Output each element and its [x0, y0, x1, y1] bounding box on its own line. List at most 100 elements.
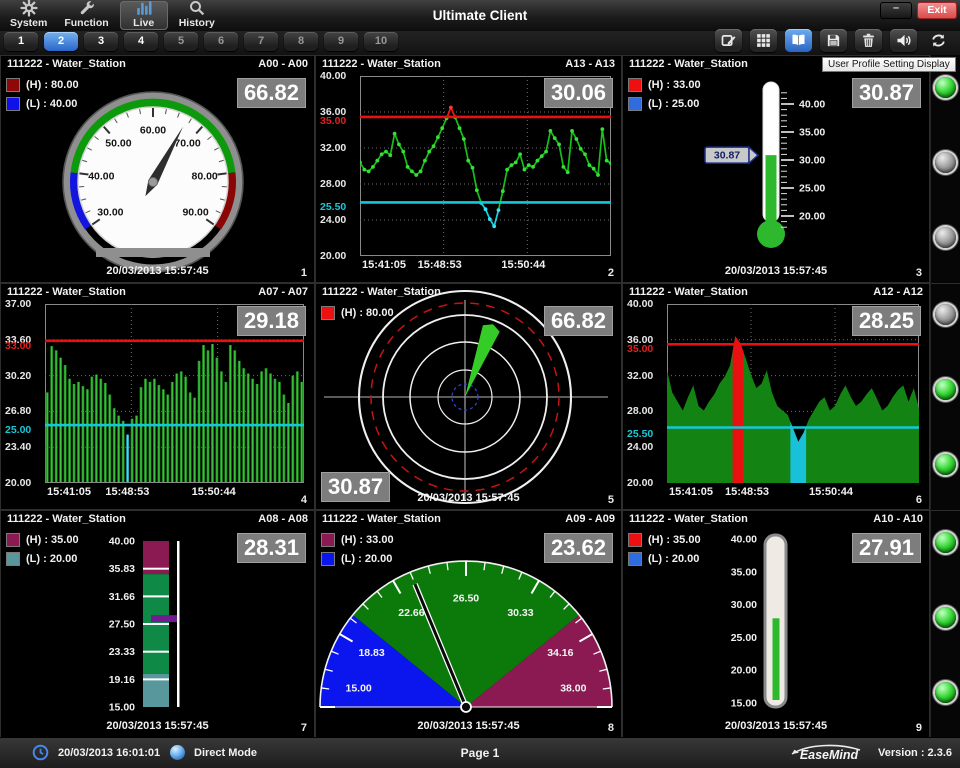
save-button[interactable] [820, 29, 847, 52]
tab-7[interactable]: 7 [244, 32, 278, 51]
x-axis-label: 15:48:53 [418, 259, 462, 271]
current-value-box: 28.31 [237, 533, 306, 563]
panel-grid: 30.0040.0050.0060.0070.0080.0090.0011122… [0, 55, 930, 738]
tab-8[interactable]: 8 [284, 32, 318, 51]
panel-address-label: A00 - A00 [258, 58, 308, 70]
y-axis-label: 25.00 [5, 424, 31, 436]
refresh-icon [930, 32, 947, 49]
panel-number: 6 [916, 494, 922, 506]
panel-5-radar[interactable]: 111222 - Water_Station(H) : 80.0066.8230… [315, 283, 622, 510]
panel-4-bar-chart[interactable]: 37.0033.6033.0030.2026.8025.0023.4020.00… [0, 283, 315, 510]
panel-address-label: A07 - A07 [258, 286, 308, 298]
panel-legend: (H) : 80.00(L) : 40.00 [6, 78, 79, 116]
svg-text:90.00: 90.00 [182, 206, 208, 218]
tab-5[interactable]: 5 [164, 32, 198, 51]
legend-label: (L) : 20.00 [341, 553, 392, 565]
current-value-box: 27.91 [852, 533, 921, 563]
panel-2-line-chart[interactable]: 40.0036.0035.0032.0028.0025.5024.0020.00… [315, 55, 622, 283]
led-indicator-9 [935, 682, 956, 703]
panel-station-label: 111222 - Water_Station [7, 513, 126, 525]
panel-timestamp: 20/03/2013 15:57:45 [21, 265, 294, 277]
panel-station-label: 111222 - Water_Station [629, 286, 748, 298]
led-indicator-1 [935, 77, 956, 98]
x-axis-label: 15:50:44 [192, 486, 236, 498]
x-axis-label: 15:41:05 [47, 486, 91, 498]
led-indicator-8 [935, 607, 956, 628]
svg-text:35.83: 35.83 [109, 563, 135, 575]
minimize-button[interactable]: – [880, 2, 912, 19]
current-value-box: 30.06 [544, 78, 613, 108]
led-indicator-6 [935, 454, 956, 475]
svg-text:35.00: 35.00 [799, 127, 825, 139]
y-axis-label: 40.00 [627, 298, 653, 310]
tab-1[interactable]: 1 [4, 32, 38, 51]
legend-label: (L) : 20.00 [26, 553, 77, 565]
svg-text:38.00: 38.00 [560, 683, 586, 695]
legend-color-swatch [321, 552, 335, 566]
tab-9[interactable]: 9 [324, 32, 358, 51]
legend-color-swatch [321, 306, 335, 320]
panel-legend: (H) : 35.00(L) : 20.00 [628, 533, 701, 571]
trash-icon [860, 32, 877, 49]
y-axis-label: 23.40 [5, 441, 31, 453]
panel-legend: (H) : 80.00 [321, 306, 394, 325]
edit-display-button[interactable] [715, 29, 742, 52]
panel-8-semi-gauge[interactable]: 15.0018.8322.6626.5030.3334.1638.0011122… [315, 510, 622, 738]
panel-6-area-chart[interactable]: 40.0036.0035.0032.0028.0025.5024.0020.00… [622, 283, 930, 510]
sound-button[interactable] [890, 29, 917, 52]
y-axis-label: 20.00 [5, 477, 31, 489]
legend-color-swatch [6, 533, 20, 547]
y-axis-label: 35.00 [320, 115, 346, 127]
x-axis-label: 15:41:05 [669, 486, 713, 498]
delete-button[interactable] [855, 29, 882, 52]
y-axis-label: 24.00 [320, 214, 346, 226]
panel-timestamp: 20/03/2013 15:57:45 [336, 720, 601, 732]
panel-number: 2 [608, 267, 614, 279]
panel-legend: (H) : 33.00(L) : 20.00 [321, 533, 394, 571]
tab-3[interactable]: 3 [84, 32, 118, 51]
panel-7-column-gauge[interactable]: 40.0035.8331.6627.5023.3319.1615.0011122… [0, 510, 315, 738]
y-axis-label: 28.00 [320, 178, 346, 190]
led-indicator-7 [935, 532, 956, 553]
x-axis-label: 15:50:44 [809, 486, 853, 498]
y-axis-label: 28.00 [627, 405, 653, 417]
svg-text:34.16: 34.16 [547, 647, 573, 659]
panel-station-label: 111222 - Water_Station [629, 58, 748, 70]
current-value-box: 66.82 [544, 306, 613, 336]
panel-station-label: 111222 - Water_Station [322, 513, 441, 525]
panel-number: 8 [608, 722, 614, 734]
tab-row: 123456789 10 [0, 31, 960, 55]
panel-station-label: 111222 - Water_Station [7, 286, 126, 298]
panel-9-tube-gauge[interactable]: 40.0035.0030.0025.0020.0015.00111222 - W… [622, 510, 930, 738]
legend-color-swatch [628, 552, 642, 566]
svg-text:20.00: 20.00 [731, 665, 757, 677]
panel-3-thermometer[interactable]: 40.0035.0030.0025.0020.0030.87111222 - W… [622, 55, 930, 283]
legend-label: (L) : 25.00 [648, 98, 699, 110]
tab-4[interactable]: 4 [124, 32, 158, 51]
panel-number: 5 [608, 494, 614, 506]
tab-10[interactable]: 10 [364, 32, 398, 51]
tab-2[interactable]: 2 [44, 32, 78, 51]
panel-1-radial-gauge[interactable]: 30.0040.0050.0060.0070.0080.0090.0011122… [0, 55, 315, 283]
svg-text:30.00: 30.00 [97, 206, 123, 218]
legend-color-swatch [628, 97, 642, 111]
svg-text:30.00: 30.00 [731, 599, 757, 611]
secondary-value-box: 30.87 [321, 472, 390, 502]
legend-color-swatch [6, 552, 20, 566]
led-strip-separator [931, 283, 960, 284]
x-axis-label: 15:48:53 [105, 486, 149, 498]
svg-text:20.00: 20.00 [799, 211, 825, 223]
svg-text:30.87: 30.87 [714, 150, 740, 162]
svg-text:60.00: 60.00 [140, 125, 166, 137]
grid-layout-button[interactable] [750, 29, 777, 52]
x-axis-label: 15:50:44 [501, 259, 545, 271]
y-axis-label: 32.00 [627, 370, 653, 382]
toolbar [715, 29, 952, 52]
user-profile-button[interactable] [785, 29, 812, 52]
edit-icon [720, 32, 737, 49]
led-indicator-3 [935, 227, 956, 248]
tab-6[interactable]: 6 [204, 32, 238, 51]
book-icon [790, 32, 807, 49]
refresh-button[interactable] [925, 29, 952, 52]
exit-button[interactable]: Exit [917, 2, 957, 19]
